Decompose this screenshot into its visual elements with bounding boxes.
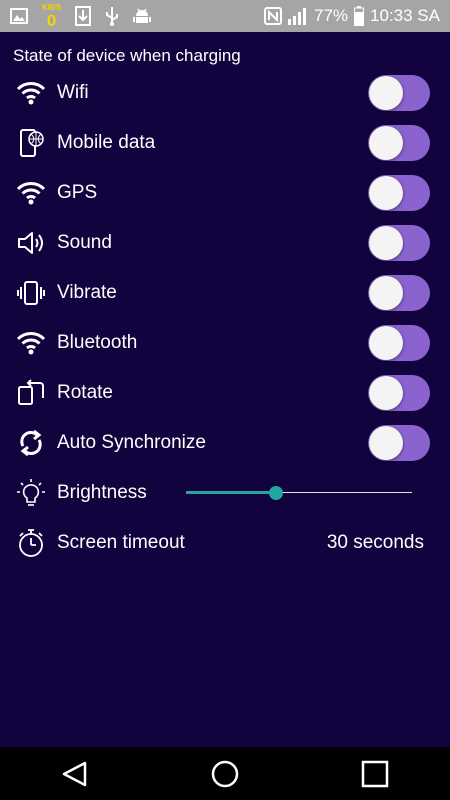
sound-label: Sound xyxy=(57,232,112,253)
mobile-data-toggle[interactable] xyxy=(368,125,430,161)
battery-percent: 77% xyxy=(314,6,349,25)
screen-timeout-label: Screen timeout xyxy=(57,532,185,553)
recents-icon[interactable] xyxy=(345,747,405,800)
toggle-knob xyxy=(369,176,403,210)
speaker-icon xyxy=(16,228,46,258)
toggle-knob xyxy=(369,426,403,460)
usb-icon xyxy=(105,6,119,26)
rotate-icon xyxy=(16,378,46,408)
setting-row-brightness: Brightness xyxy=(0,468,450,518)
bluetooth-toggle[interactable] xyxy=(368,325,430,361)
home-icon[interactable] xyxy=(195,747,255,800)
toggle-knob xyxy=(369,376,403,410)
rotate-label: Rotate xyxy=(57,382,113,403)
slider-thumb[interactable] xyxy=(269,486,283,500)
android-debug-icon xyxy=(133,7,152,25)
screen-timeout-value[interactable]: 30 seconds xyxy=(327,532,424,554)
gps-label: GPS xyxy=(57,182,98,203)
network-speed-value: 0 xyxy=(46,10,57,30)
brightness-label: Brightness xyxy=(57,482,147,503)
mobile-data-label: Mobile data xyxy=(57,132,156,153)
setting-row-gps[interactable]: GPS xyxy=(0,168,450,218)
gps-toggle[interactable] xyxy=(368,175,430,211)
wifi-icon xyxy=(16,78,46,108)
toggle-knob xyxy=(369,276,403,310)
brightness-slider[interactable] xyxy=(186,483,412,503)
download-icon xyxy=(75,6,92,26)
mobile-data-icon xyxy=(16,128,46,158)
wifi-toggle[interactable] xyxy=(368,75,430,111)
sync-icon xyxy=(16,428,46,458)
network-speed: KB/S 0 xyxy=(42,3,61,30)
stopwatch-icon xyxy=(16,528,46,558)
auto-sync-label: Auto Synchronize xyxy=(57,432,206,453)
signal-icon xyxy=(288,7,308,25)
vibrate-toggle[interactable] xyxy=(368,275,430,311)
sound-toggle[interactable] xyxy=(368,225,430,261)
nfc-icon xyxy=(264,7,283,25)
bluetooth-icon xyxy=(16,328,46,358)
wifi-label: Wifi xyxy=(57,82,89,103)
gps-icon xyxy=(16,178,46,208)
toggle-knob xyxy=(369,226,403,260)
setting-row-mobile-data[interactable]: Mobile data xyxy=(0,118,450,168)
rotate-toggle[interactable] xyxy=(368,375,430,411)
vibrate-icon xyxy=(16,278,46,308)
vibrate-label: Vibrate xyxy=(57,282,117,303)
setting-row-auto-sync[interactable]: Auto Synchronize xyxy=(0,418,450,468)
toggle-knob xyxy=(369,126,403,160)
auto-sync-toggle[interactable] xyxy=(368,425,430,461)
setting-row-vibrate[interactable]: Vibrate xyxy=(0,268,450,318)
setting-row-rotate[interactable]: Rotate xyxy=(0,368,450,418)
navigation-bar xyxy=(0,747,450,800)
lightbulb-icon xyxy=(16,478,46,508)
image-icon xyxy=(10,8,28,24)
clock: 10:33 SA xyxy=(370,6,440,25)
setting-row-screen-timeout[interactable]: Screen timeout 30 seconds xyxy=(0,518,450,568)
setting-row-sound[interactable]: Sound xyxy=(0,218,450,268)
slider-fill xyxy=(186,491,276,494)
toggle-knob xyxy=(369,326,403,360)
bluetooth-label: Bluetooth xyxy=(57,332,138,353)
toggle-knob xyxy=(369,76,403,110)
back-icon[interactable] xyxy=(45,747,105,800)
section-title: State of device when charging xyxy=(13,46,241,65)
status-bar: KB/S 0 77% 10:33 SA xyxy=(0,0,450,32)
setting-row-wifi[interactable]: Wifi xyxy=(0,68,450,118)
battery-icon xyxy=(354,6,365,26)
setting-row-bluetooth[interactable]: Bluetooth xyxy=(0,318,450,368)
